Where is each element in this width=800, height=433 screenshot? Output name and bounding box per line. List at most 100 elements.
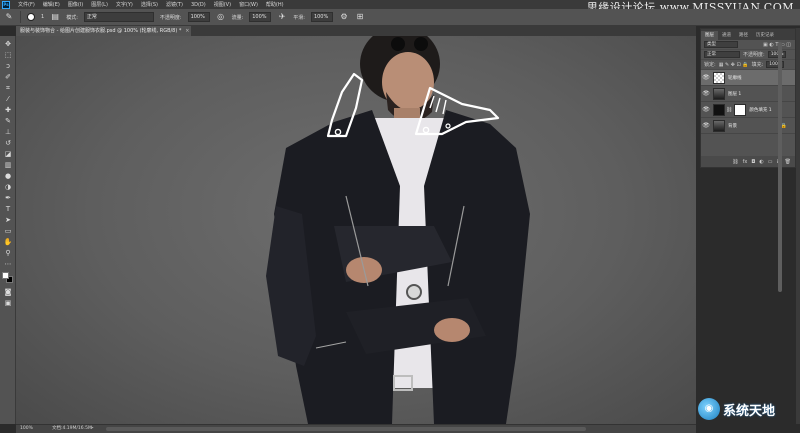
panel-tabs: 图层 通道 路径 历史记录	[701, 29, 795, 40]
blur-icon[interactable]: ●	[3, 172, 13, 180]
layer-name: 背景	[728, 123, 737, 129]
photoshop-logo: Ps	[2, 0, 10, 9]
close-tab-icon[interactable]: ×	[185, 26, 189, 36]
vertical-scrollbar[interactable]	[778, 42, 782, 292]
smoothing-label: 平滑:	[293, 14, 305, 21]
marquee-icon[interactable]: ⬚	[3, 51, 13, 59]
zoom-level[interactable]: 100%	[20, 425, 33, 433]
brush-icon[interactable]: ✎	[3, 117, 13, 125]
move-icon[interactable]: ✥	[3, 40, 13, 48]
document-size: 文档:4.19M/16.5M	[52, 426, 92, 431]
flow-label: 流量:	[231, 14, 244, 21]
lock-label: 锁定:	[704, 62, 716, 68]
status-bar: 100% 文档:4.19M/16.5M >	[16, 424, 696, 433]
layer-thumbnail	[713, 119, 725, 132]
watermark-bottom: ◉ 系统天地	[698, 398, 775, 420]
tab-paths[interactable]: 路径	[735, 31, 752, 40]
opacity-field[interactable]: 100%	[767, 51, 786, 58]
shape-icon[interactable]: ▭	[3, 227, 13, 235]
right-hand	[434, 318, 470, 342]
menu-select[interactable]: 选择(S)	[141, 1, 158, 8]
adjustment-icon[interactable]: ◐	[759, 159, 763, 165]
menu-edit[interactable]: 编辑(E)	[43, 1, 60, 8]
crop-icon[interactable]: ⌗	[3, 84, 13, 92]
quick-select-icon[interactable]: ✐	[3, 73, 13, 81]
document-tab-bar: 服装与装饰物合 - 给图片创建服饰衣服.psd @ 100% (轮廓线, RGB…	[16, 26, 696, 36]
fill-label: 填充:	[751, 62, 764, 68]
stamp-icon[interactable]: ⊥	[3, 128, 13, 136]
lasso-icon[interactable]: ↄ	[3, 62, 13, 70]
smoothing-field[interactable]: 100%	[310, 12, 333, 22]
type-icon[interactable]: T	[3, 205, 13, 213]
horizontal-scrollbar[interactable]	[106, 427, 586, 431]
foreground-color-swatch[interactable]	[2, 272, 9, 279]
layer-name: 轮廓线	[728, 75, 742, 81]
visibility-eye-icon[interactable]: 👁	[701, 74, 711, 81]
layer-filter-select[interactable]: 类型	[704, 41, 738, 48]
screen-mode-icon[interactable]: ▣	[3, 299, 13, 307]
document-title: 服装与装饰物合 - 给图片创建服饰衣服.psd @ 100% (轮廓线, RGB…	[20, 28, 182, 34]
healing-icon[interactable]: ✚	[3, 106, 13, 114]
menu-window[interactable]: 窗口(W)	[239, 1, 258, 8]
sunglasses-lens-right	[414, 37, 428, 51]
eyedropper-icon[interactable]: ⁄	[3, 95, 13, 103]
tab-layers[interactable]: 图层	[701, 31, 718, 40]
menu-layer[interactable]: 图层(L)	[91, 1, 108, 8]
visibility-eye-icon[interactable]: 👁	[701, 90, 711, 97]
visibility-eye-icon[interactable]: 👁	[701, 122, 711, 129]
dodge-icon[interactable]: ◑	[3, 183, 13, 191]
menu-image[interactable]: 图像(I)	[68, 1, 83, 8]
group-icon[interactable]: ▭	[768, 159, 773, 165]
airbrush-icon[interactable]: ✈	[277, 12, 287, 22]
pressure-opacity-icon[interactable]: ◎	[216, 12, 226, 22]
trash-icon[interactable]: 🗑	[785, 159, 791, 165]
watermark-text: 系统天地	[723, 403, 776, 419]
status-menu-arrow[interactable]: >	[90, 425, 94, 433]
opacity-field[interactable]: 100%	[187, 12, 210, 22]
menu-file[interactable]: 文件(F)	[18, 1, 35, 8]
tab-history[interactable]: 历史记录	[752, 31, 778, 40]
collapsed-panel-strip	[796, 28, 800, 424]
zoom-icon[interactable]: ⚲	[3, 249, 13, 257]
link-icon[interactable]: ⛓	[732, 159, 738, 165]
blend-mode-select[interactable]: 正常	[704, 51, 740, 58]
menu-bar: Ps 文件(F) 编辑(E) 图像(I) 图层(L) 文字(Y) 选择(S) 滤…	[0, 0, 800, 14]
chain-link-icon: ⛓	[726, 106, 733, 113]
menu-view[interactable]: 视图(V)	[214, 1, 231, 8]
hand-icon[interactable]: ✋	[3, 238, 13, 246]
settings-gear-icon[interactable]: ⚙	[339, 12, 349, 22]
visibility-eye-icon[interactable]: 👁	[701, 106, 711, 113]
pen-icon[interactable]: ✒	[3, 194, 13, 202]
menu-3d[interactable]: 3D(D)	[191, 2, 206, 8]
gradient-icon[interactable]: ▥	[3, 161, 13, 169]
layer-thumbnail	[713, 87, 725, 100]
brush-preset-picker[interactable]	[27, 13, 35, 21]
symmetry-icon[interactable]: ⊞	[355, 12, 365, 22]
canvas-artwork	[266, 36, 530, 424]
flow-field[interactable]: 100%	[249, 12, 272, 22]
menu-filter[interactable]: 滤镜(T)	[166, 1, 183, 8]
layer-name: 颜色填充 1	[749, 107, 772, 113]
tab-channels[interactable]: 通道	[718, 31, 735, 40]
menu-help[interactable]: 帮助(H)	[266, 1, 284, 8]
menu-type[interactable]: 文字(Y)	[116, 1, 133, 8]
mode-select[interactable]: 正常	[83, 12, 154, 22]
document-tab[interactable]: 服装与装饰物合 - 给图片创建服饰衣服.psd @ 100% (轮廓线, RGB…	[16, 26, 192, 36]
options-bar: ✎ 1 ▤ 模式: 正常 不透明度: 100% ◎ 流量: 100% ✈ 平滑:…	[0, 9, 800, 26]
brush-panel-icon[interactable]: ▤	[50, 12, 60, 22]
watermark-logo-icon: ◉	[698, 398, 720, 420]
brush-tool-icon[interactable]: ✎	[4, 12, 14, 22]
more-icon[interactable]: ⋯	[3, 260, 13, 268]
mode-label: 模式:	[66, 14, 78, 21]
document-canvas[interactable]	[16, 36, 696, 424]
quick-mask-icon[interactable]: ◙	[3, 288, 13, 296]
sunglasses-lens-left	[391, 37, 405, 51]
jacket-right-panel	[424, 110, 530, 424]
mask-icon[interactable]: ◘	[751, 159, 755, 165]
lock-icons[interactable]: ▦ ✎ ✥ ⊡ 🔒	[719, 62, 749, 68]
eraser-icon[interactable]: ◪	[3, 150, 13, 158]
fx-icon[interactable]: fx	[743, 159, 748, 165]
history-brush-icon[interactable]: ↺	[3, 139, 13, 147]
brush-size-label: 1	[41, 14, 45, 20]
path-select-icon[interactable]: ➤	[3, 216, 13, 224]
